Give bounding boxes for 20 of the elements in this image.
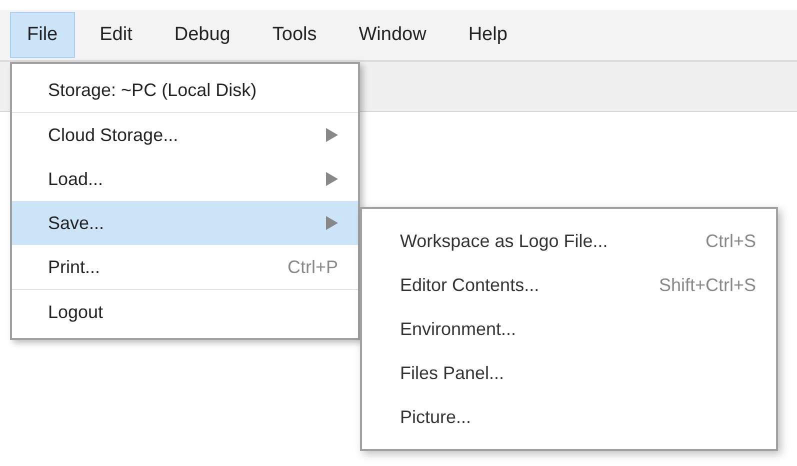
menu-item[interactable]: Cloud Storage... bbox=[12, 113, 358, 157]
caret-icon bbox=[326, 216, 338, 230]
menu-item[interactable]: Print... Ctrl+P bbox=[12, 245, 358, 289]
menu-bar-item[interactable]: File bbox=[10, 12, 75, 58]
menu-item[interactable]: Environment... bbox=[362, 307, 776, 351]
menu-item[interactable]: Files Panel... bbox=[362, 351, 776, 395]
caret-icon bbox=[326, 172, 338, 186]
menu-bar-item[interactable]: Help bbox=[451, 12, 524, 58]
menu-item[interactable]: Save... bbox=[12, 201, 358, 245]
menu-bar-item[interactable]: Debug bbox=[157, 12, 248, 58]
menu-item[interactable]: Picture... bbox=[362, 395, 776, 439]
menu-item[interactable]: Load... bbox=[12, 157, 358, 201]
menu-bar-item[interactable]: Edit bbox=[82, 12, 150, 58]
menu-item[interactable]: Logout bbox=[12, 290, 358, 334]
menu-item[interactable]: Workspace as Logo File... Ctrl+S bbox=[362, 219, 776, 263]
menu-bar-item[interactable]: Tools bbox=[255, 12, 334, 58]
menu-item[interactable]: Storage: ~PC (Local Disk) bbox=[12, 68, 358, 112]
menu-item[interactable]: Editor Contents... Shift+Ctrl+S bbox=[362, 263, 776, 307]
menu-bar-item[interactable]: Window bbox=[342, 12, 444, 58]
caret-icon bbox=[326, 128, 338, 142]
